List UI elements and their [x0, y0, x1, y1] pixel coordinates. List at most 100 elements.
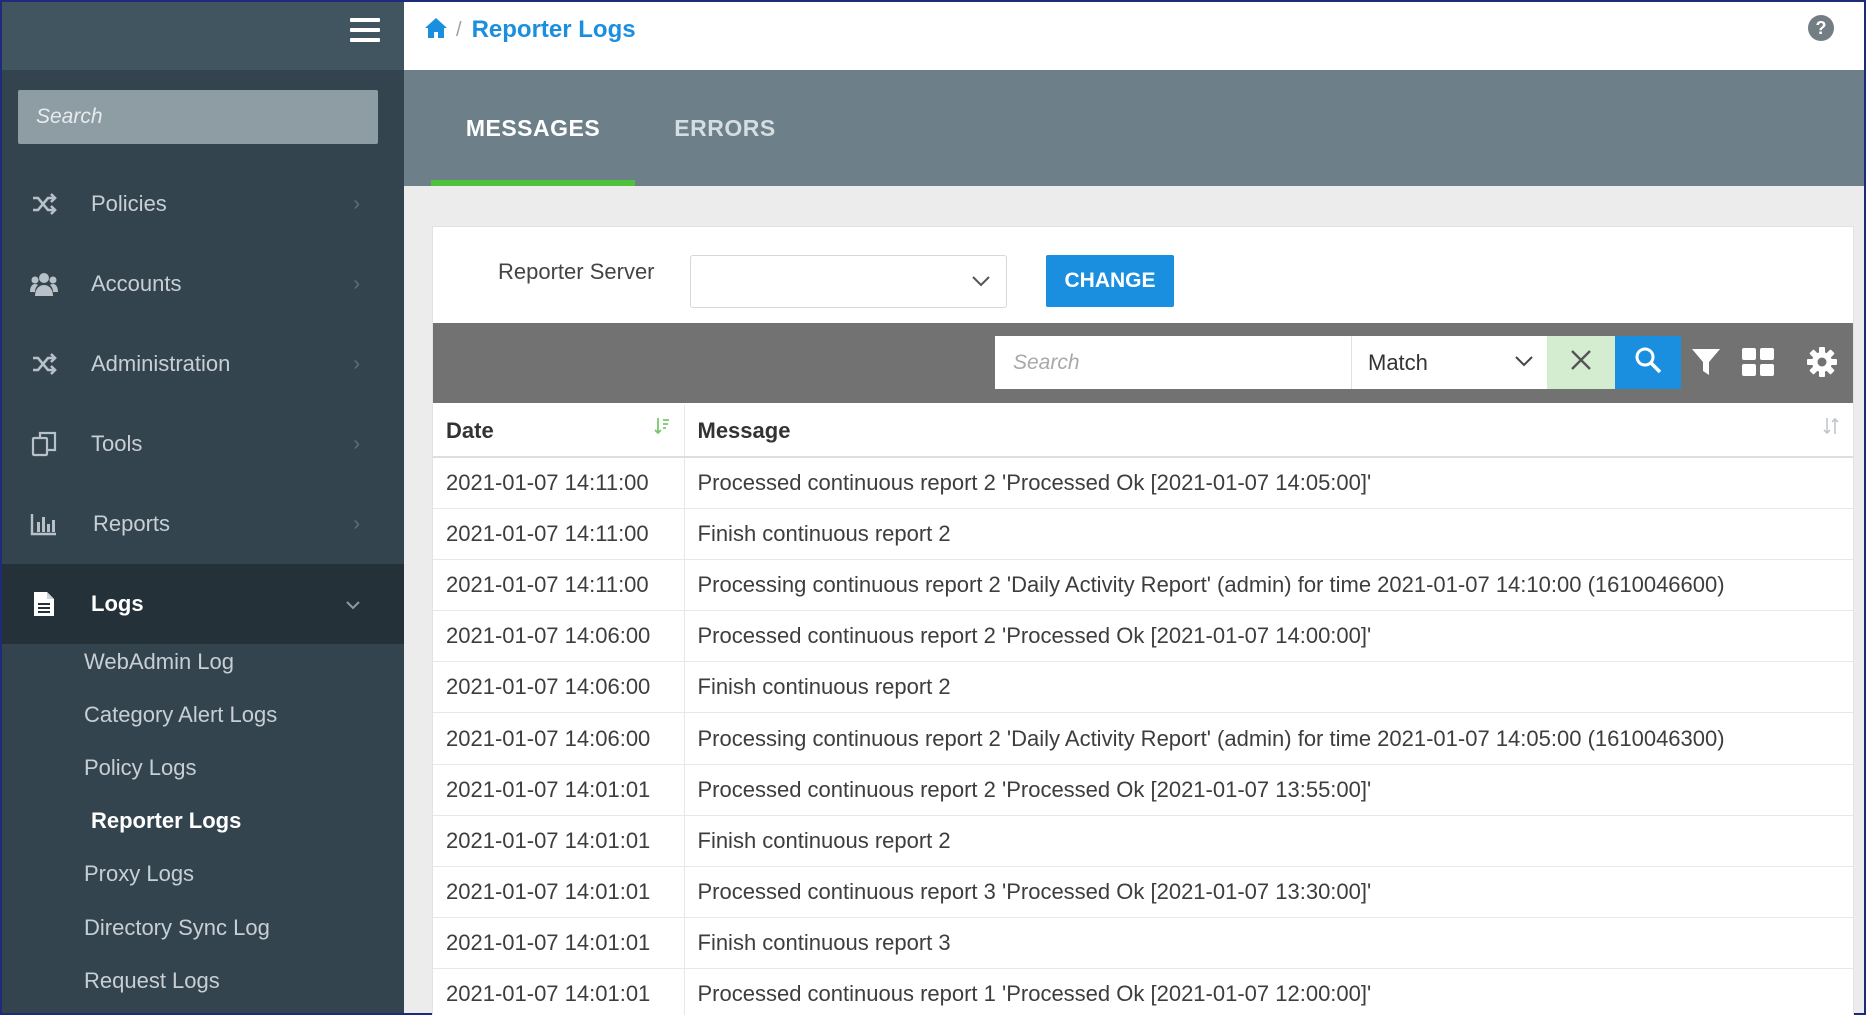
- logs-table: Date Message 2021-01-07 14:11:00 Processe…: [433, 405, 1853, 1015]
- table-row[interactable]: 2021-01-07 14:06:00 Processing continuous…: [433, 712, 1853, 765]
- column-header-label: Date: [446, 417, 494, 443]
- sidebar-item-accounts[interactable]: Accounts ›: [2, 244, 404, 324]
- sidebar-header: [2, 2, 404, 70]
- hamburger-menu-icon[interactable]: [350, 18, 380, 42]
- chevron-down-icon: [346, 593, 360, 616]
- sidebar-item-administration[interactable]: Administration ›: [2, 324, 404, 404]
- sidebar-item-label: Policies: [91, 191, 167, 216]
- match-mode-select[interactable]: Match: [1351, 336, 1547, 389]
- page-title: Reporter Logs: [471, 16, 636, 43]
- reporter-server-select[interactable]: [690, 255, 1007, 308]
- reporter-server-label: Reporter Server: [498, 259, 655, 284]
- cell-date: 2021-01-07 14:11:00: [433, 559, 685, 612]
- table-toolbar: Match: [433, 323, 1853, 403]
- cell-date: 2021-01-07 14:01:01: [433, 866, 685, 919]
- shuffle-icon: [30, 350, 58, 378]
- reporter-server-row: Reporter Server CHANGE: [433, 227, 1853, 322]
- match-mode-value: Match: [1368, 349, 1428, 375]
- table-row[interactable]: 2021-01-07 14:11:00 Finish continuous rep…: [433, 508, 1853, 560]
- sidebar-item-tools[interactable]: Tools ›: [2, 404, 404, 484]
- filter-icon[interactable]: [1689, 345, 1723, 379]
- top-bar: / Reporter Logs ?: [404, 2, 1864, 70]
- cell-message: Processing continuous report 2 'Daily Ac…: [684, 559, 1853, 612]
- sidebar-item-label: Tools: [91, 431, 143, 456]
- tab-bar: MESSAGES ERRORS: [404, 70, 1864, 186]
- sidebar-subitem-request-logs[interactable]: Request Logs: [2, 954, 404, 1007]
- table-search-input[interactable]: [995, 336, 1351, 389]
- cell-date: 2021-01-07 14:11:00: [433, 508, 685, 560]
- cell-message: Processed continuous report 1 'Processed…: [684, 968, 1853, 1015]
- column-header-message[interactable]: Message: [684, 405, 1853, 458]
- bar-chart-icon: [30, 510, 58, 538]
- logs-submenu: WebAdmin Log Category Alert Logs Policy …: [2, 635, 404, 1007]
- sidebar-item-logs[interactable]: Logs: [2, 564, 404, 644]
- chevron-down-icon: [970, 270, 992, 297]
- tab-messages[interactable]: MESSAGES: [431, 70, 635, 186]
- sidebar-subitem-policy-logs[interactable]: Policy Logs: [2, 741, 404, 794]
- table-row[interactable]: 2021-01-07 14:06:00 Processed continuous …: [433, 610, 1853, 663]
- search-button[interactable]: [1615, 336, 1681, 389]
- table-row[interactable]: 2021-01-07 14:01:01 Processed continuous …: [433, 764, 1853, 816]
- table-row[interactable]: 2021-01-07 14:01:01 Processed continuous …: [433, 968, 1853, 1015]
- table-header-row: Date Message: [433, 405, 1853, 458]
- sidebar: Policies › Accounts › Administration › T…: [2, 2, 404, 1013]
- cell-message: Processing continuous report 2 'Daily Ac…: [684, 712, 1853, 765]
- cell-message: Processed continuous report 3 'Processed…: [684, 866, 1853, 919]
- cell-date: 2021-01-07 14:01:01: [433, 917, 685, 970]
- sidebar-subitem-directory-sync-log[interactable]: Directory Sync Log: [2, 901, 404, 954]
- sidebar-item-label: Accounts: [91, 271, 182, 296]
- gear-icon[interactable]: [1805, 345, 1839, 379]
- chevron-right-icon: ›: [353, 272, 360, 295]
- breadcrumb: / Reporter Logs: [424, 16, 636, 44]
- cell-date: 2021-01-07 14:01:01: [433, 968, 685, 1015]
- table-row[interactable]: 2021-01-07 14:01:01 Finish continuous rep…: [433, 917, 1853, 970]
- sidebar-item-label: Administration: [91, 351, 231, 376]
- chevron-down-icon: [1513, 350, 1535, 378]
- home-icon[interactable]: [424, 17, 448, 44]
- table-row[interactable]: 2021-01-07 14:11:00 Processed continuous …: [433, 457, 1853, 509]
- cell-message: Processed continuous report 2 'Processed…: [684, 764, 1853, 816]
- sort-descending-icon[interactable]: [653, 417, 670, 440]
- sidebar-search-input[interactable]: [18, 90, 378, 144]
- cell-date: 2021-01-07 14:06:00: [433, 712, 685, 765]
- close-icon: [1570, 349, 1592, 376]
- sort-icon[interactable]: [1823, 417, 1839, 440]
- table-row[interactable]: 2021-01-07 14:11:00 Processing continuous…: [433, 559, 1853, 612]
- sidebar-item-label: Logs: [91, 591, 144, 616]
- clear-search-button[interactable]: [1547, 336, 1615, 389]
- cell-date: 2021-01-07 14:06:00: [433, 661, 685, 714]
- cell-message: Processed continuous report 2 'Processed…: [684, 610, 1853, 663]
- cell-message: Finish continuous report 2: [684, 815, 1853, 868]
- shuffle-icon: [30, 190, 58, 218]
- table-row[interactable]: 2021-01-07 14:01:01 Processed continuous …: [433, 866, 1853, 919]
- column-header-date[interactable]: Date: [433, 405, 685, 458]
- copy-icon: [30, 430, 58, 458]
- messages-panel: Reporter Server CHANGE Match: [432, 226, 1854, 1015]
- cell-date: 2021-01-07 14:06:00: [433, 610, 685, 663]
- cell-date: 2021-01-07 14:11:00: [433, 457, 685, 509]
- table-row[interactable]: 2021-01-07 14:01:01 Finish continuous rep…: [433, 815, 1853, 868]
- cell-date: 2021-01-07 14:01:01: [433, 764, 685, 816]
- sidebar-item-label: Reports: [93, 511, 171, 536]
- chevron-right-icon: ›: [353, 352, 360, 375]
- sidebar-subitem-proxy-logs[interactable]: Proxy Logs: [2, 848, 404, 901]
- sidebar-subitem-category-alert-logs[interactable]: Category Alert Logs: [2, 688, 404, 741]
- grid-view-icon[interactable]: [1741, 345, 1775, 379]
- cell-message: Processed continuous report 2 'Processed…: [684, 457, 1853, 509]
- document-icon: [30, 590, 58, 618]
- search-icon: [1634, 346, 1662, 379]
- cell-message: Finish continuous report 2: [684, 661, 1853, 714]
- table-row[interactable]: 2021-01-07 14:06:00 Finish continuous rep…: [433, 661, 1853, 714]
- sidebar-item-policies[interactable]: Policies ›: [2, 164, 404, 244]
- chevron-right-icon: ›: [353, 192, 360, 215]
- sidebar-item-reports[interactable]: Reports ›: [2, 484, 404, 564]
- chevron-right-icon: ›: [353, 512, 360, 535]
- change-button[interactable]: CHANGE: [1046, 255, 1174, 307]
- sidebar-subitem-reporter-logs[interactable]: Reporter Logs: [2, 795, 404, 848]
- users-icon: [30, 270, 58, 298]
- sidebar-subitem-webadmin-log[interactable]: WebAdmin Log: [2, 635, 404, 688]
- tab-errors[interactable]: ERRORS: [650, 70, 800, 186]
- table-body: 2021-01-07 14:11:00 Processed continuous …: [433, 457, 1853, 1015]
- help-icon[interactable]: ?: [1808, 15, 1834, 41]
- chevron-right-icon: ›: [353, 432, 360, 455]
